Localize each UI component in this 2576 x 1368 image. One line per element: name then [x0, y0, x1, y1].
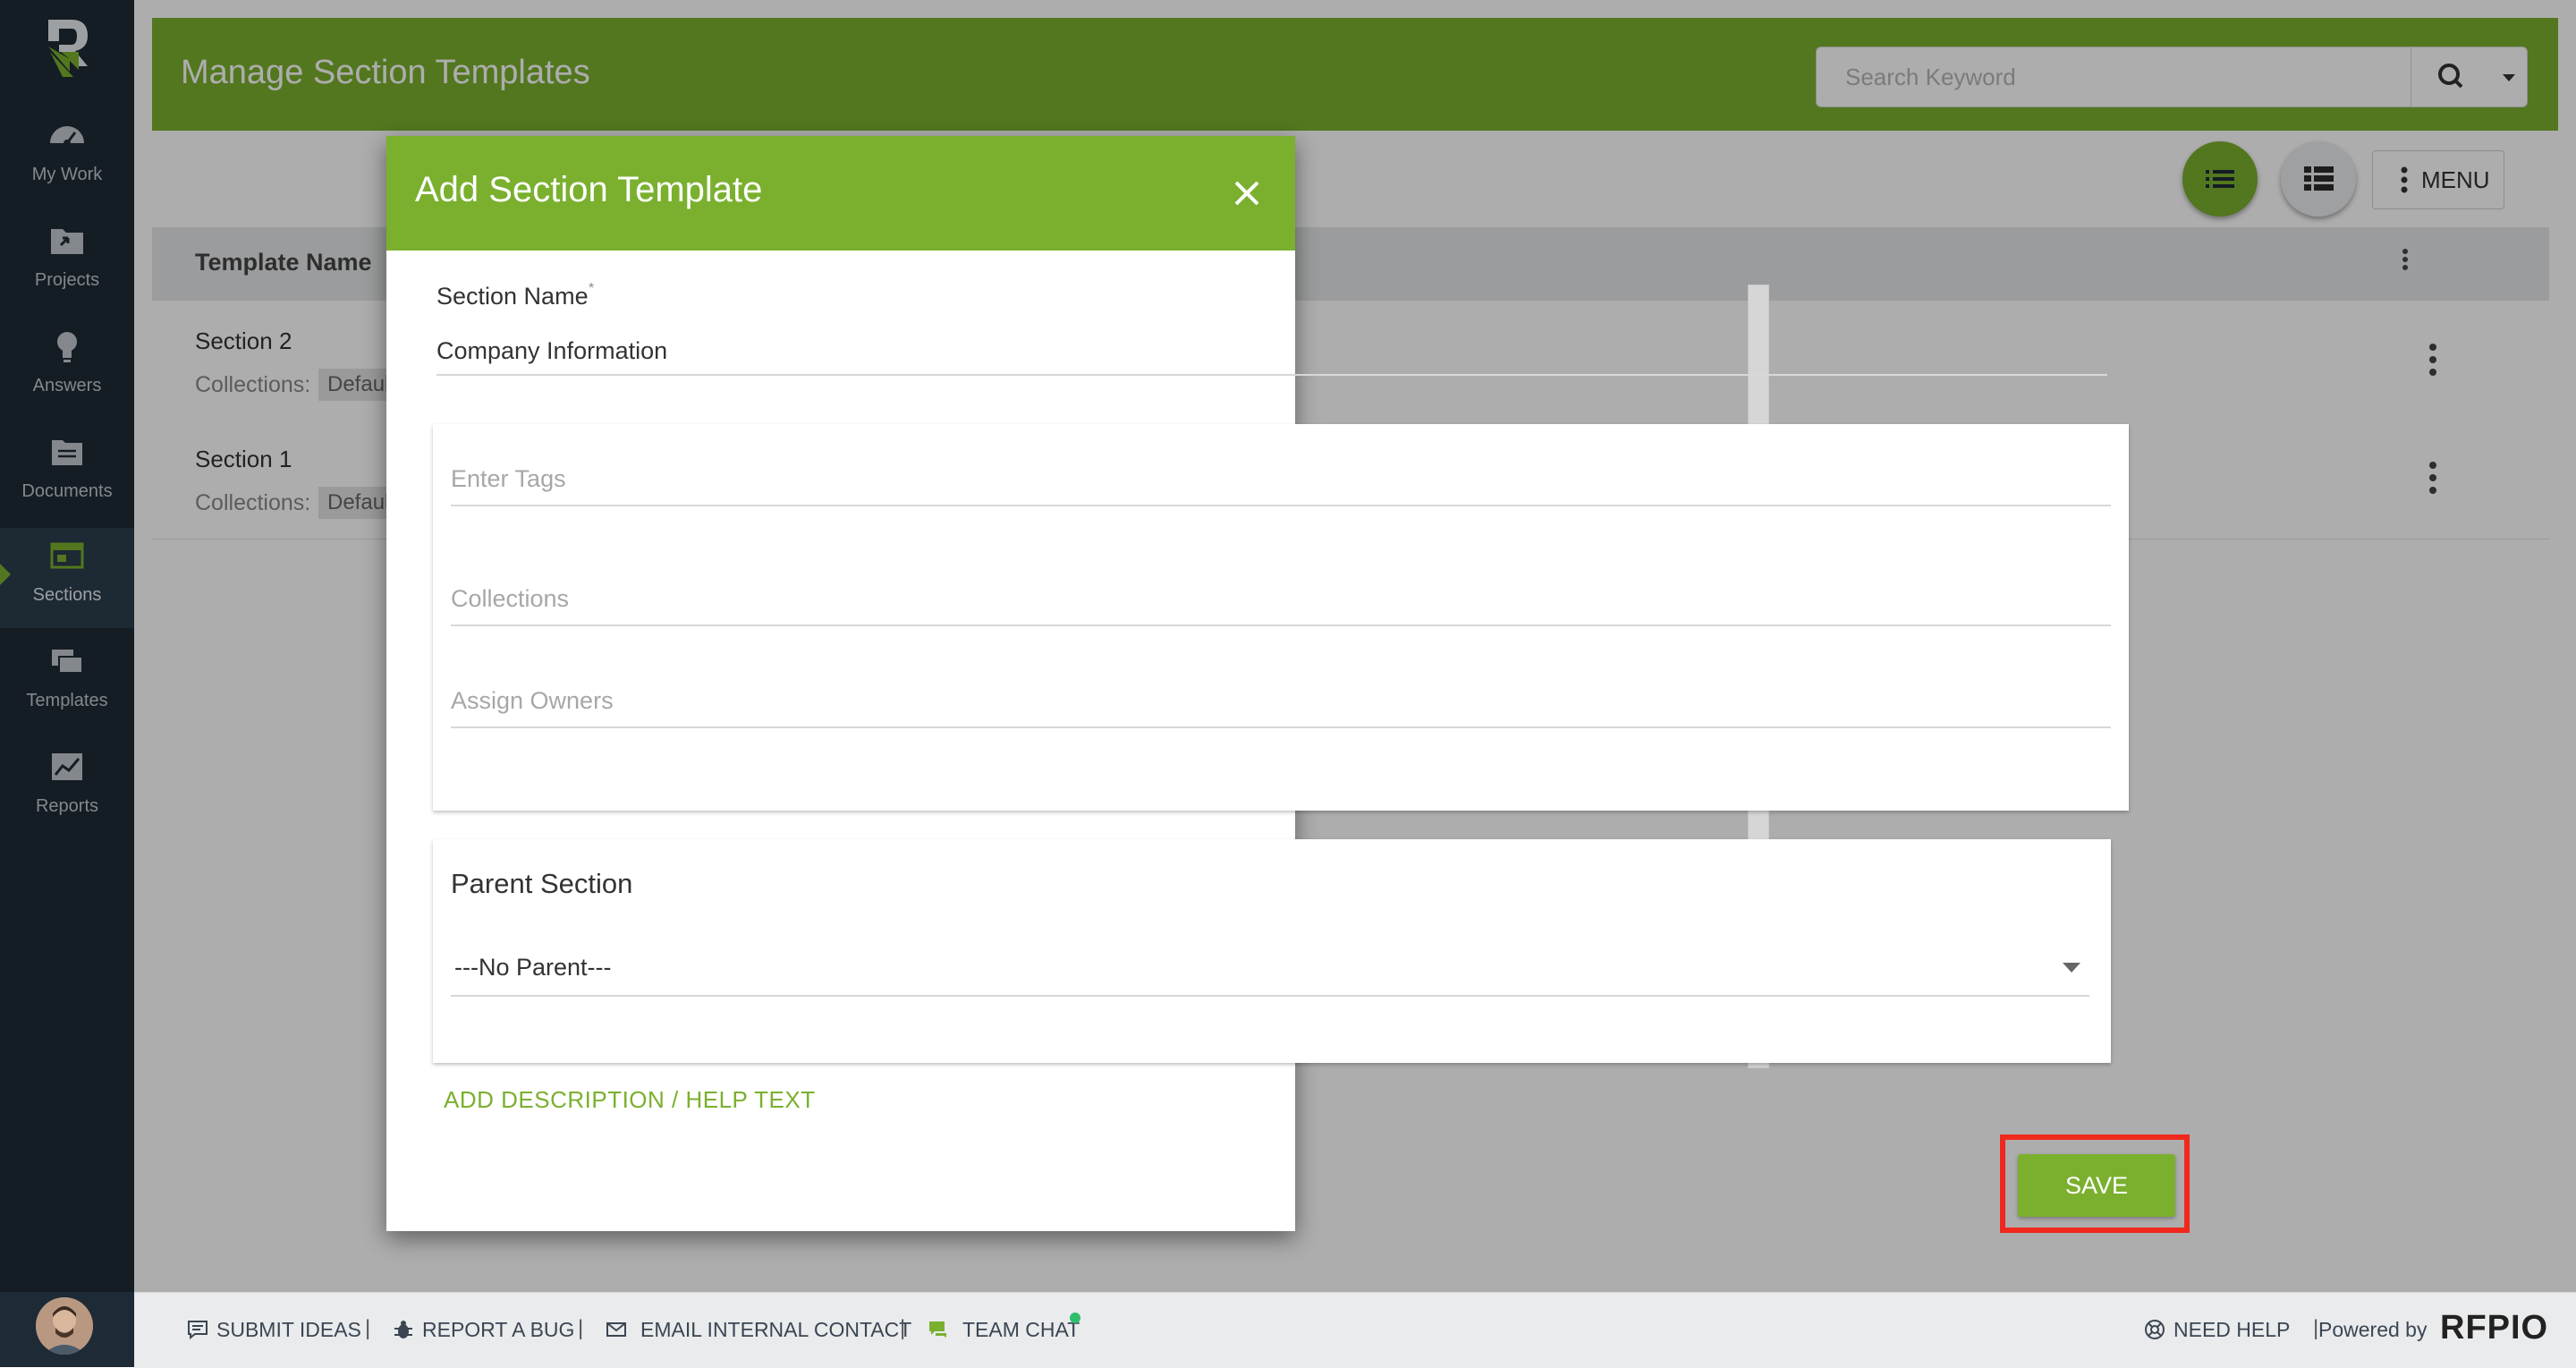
collections-input[interactable] — [451, 573, 2111, 626]
help-lifebuoy-icon — [2145, 1320, 2165, 1339]
team-chat-link[interactable]: TEAM CHAT — [962, 1318, 1080, 1342]
report-bug-link[interactable]: REPORT A BUG — [422, 1318, 574, 1342]
description-link-clip: ADD DESCRIPTION / HELP TEXT — [420, 1074, 1762, 1109]
chevron-down-icon — [2063, 963, 2080, 973]
save-button-highlight — [2000, 1134, 2190, 1233]
modal-title: Add Section Template — [415, 170, 763, 209]
assign-owners-input[interactable] — [451, 675, 2111, 728]
footer: SUBMIT IDEAS | REPORT A BUG | EMAIL INTE… — [134, 1292, 2576, 1368]
tags-input[interactable] — [451, 453, 2111, 506]
section-name-input[interactable] — [436, 327, 2107, 376]
submit-ideas-link[interactable]: SUBMIT IDEAS — [216, 1318, 361, 1342]
footer-separator: | — [900, 1316, 906, 1340]
parent-section-value: ---No Parent--- — [454, 954, 612, 981]
tags-card — [433, 424, 2129, 811]
parent-section-select[interactable]: ---No Parent--- — [451, 945, 2089, 997]
close-icon[interactable] — [1227, 174, 1267, 213]
powered-by-text: Powered by — [2318, 1318, 2428, 1341]
mail-icon — [606, 1322, 626, 1337]
parent-section-title: Parent Section — [451, 868, 633, 899]
modal-header: Add Section Template — [386, 136, 1295, 251]
parent-section-card: Parent Section ---No Parent--- — [433, 839, 2111, 1063]
required-indicator: * — [589, 281, 595, 296]
footer-separator: | — [578, 1316, 584, 1340]
brand-logo: RFPIO — [2440, 1309, 2549, 1347]
chat-icon — [929, 1321, 946, 1338]
user-avatar-icon — [36, 1297, 93, 1355]
section-name-label: Section Name — [436, 283, 589, 310]
add-description-link[interactable]: ADD DESCRIPTION / HELP TEXT — [444, 1086, 816, 1109]
need-help-link[interactable]: NEED HELP — [2174, 1318, 2290, 1342]
comment-icon — [188, 1321, 208, 1340]
avatar[interactable] — [36, 1297, 93, 1355]
bug-icon — [394, 1321, 412, 1338]
online-status-dot — [1070, 1313, 1080, 1323]
email-contact-link[interactable]: EMAIL INTERNAL CONTACT — [640, 1318, 911, 1342]
footer-separator: | — [365, 1316, 371, 1340]
